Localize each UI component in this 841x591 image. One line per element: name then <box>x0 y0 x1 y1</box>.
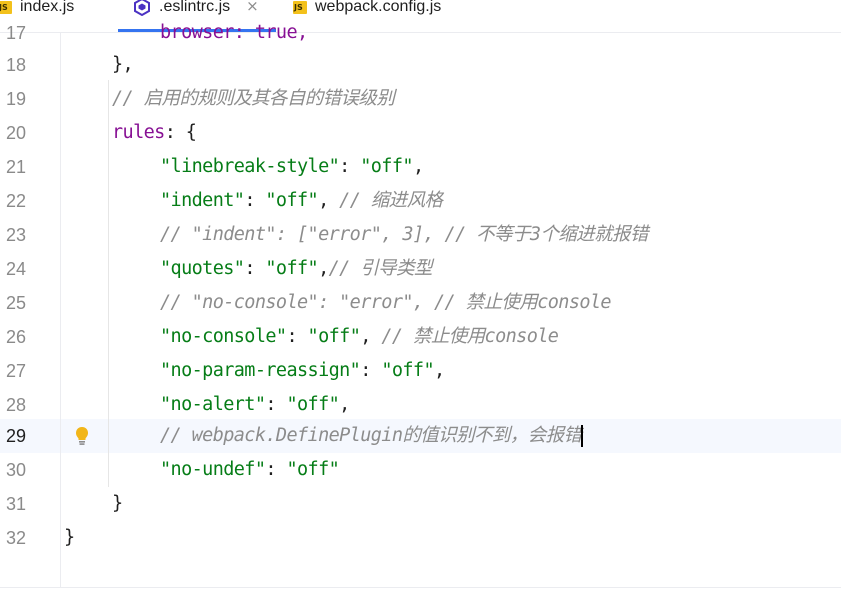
code-comment: // webpack.DefinePlugin的值识别不到，会报错 <box>160 425 582 446</box>
line-number: 30 <box>5 460 26 480</box>
code-comment: // 引导类型 <box>328 258 433 279</box>
code-punct: , <box>318 190 340 211</box>
line-number: 25 <box>5 293 26 313</box>
line-number: 32 <box>5 528 26 548</box>
rule-value: "off" <box>286 459 340 480</box>
code-text: }, <box>112 54 134 75</box>
code-punct: , <box>412 156 424 177</box>
code-editor[interactable]: 17 browser: true, 18 }, 19 // 启用的规则及其各自的… <box>0 22 841 591</box>
line-number: 20 <box>5 123 26 143</box>
rule-value: "off" <box>265 190 319 211</box>
lightbulb-icon[interactable] <box>74 426 90 446</box>
line-number: 17 <box>5 23 26 43</box>
code-line: 27 "no-param-reassign": "off", <box>0 354 841 388</box>
line-number: 31 <box>5 494 26 514</box>
code-line-current: 29 // webpack.DefinePlugin的值识别不到，会报错 <box>0 419 841 453</box>
code-text: } <box>64 527 75 548</box>
rule-name: "no-undef" <box>160 459 266 480</box>
code-punct: : <box>360 360 382 381</box>
editor-bottom-border <box>0 587 841 588</box>
line-number: 22 <box>5 191 26 211</box>
code-punct: , <box>360 326 382 347</box>
object-key: rules <box>112 122 165 143</box>
line-number: 27 <box>5 361 26 381</box>
code-comment: // "no-console": "error", // 禁止使用console <box>160 292 612 313</box>
line-number: 29 <box>5 426 26 446</box>
code-punct: : <box>265 459 287 480</box>
js-file-icon: JS <box>0 0 12 14</box>
line-number: 21 <box>5 157 26 177</box>
rule-value: "off" <box>360 156 413 177</box>
line-number: 26 <box>5 327 26 347</box>
code-comment: // 缩进风格 <box>339 190 443 211</box>
code-punct: , <box>318 258 329 279</box>
rule-name: "no-param-reassign" <box>160 360 361 381</box>
code-line: 18 }, <box>0 48 841 82</box>
code-line: 20 rules: { <box>0 116 841 150</box>
rule-value: "off" <box>265 258 319 279</box>
code-line: 30 "no-undef": "off" <box>0 453 841 487</box>
code-line: 25 // "no-console": "error", // 禁止使用cons… <box>0 286 841 320</box>
line-number: 28 <box>5 395 26 415</box>
code-line: 32 } <box>0 521 841 555</box>
rule-name: "indent" <box>160 190 245 211</box>
code-punct: , <box>339 394 350 415</box>
tab-label: webpack.config.js <box>315 0 442 15</box>
text-caret <box>581 425 584 447</box>
code-punct: : <box>244 190 266 211</box>
line-number: 24 <box>5 259 26 279</box>
rule-name: "no-alert" <box>160 394 266 415</box>
line-number: 23 <box>5 225 26 245</box>
rule-value: "off" <box>307 326 361 347</box>
code-line: 19 // 启用的规则及其各自的错误级别 <box>0 82 841 116</box>
tab-label: .eslintrc.js <box>159 0 231 15</box>
rule-name: "no-console" <box>160 326 287 347</box>
code-line: 17 browser: true, <box>0 16 841 50</box>
code-punct: , <box>434 360 445 381</box>
code-punct: : <box>244 258 266 279</box>
code-line: 24 "quotes": "off",// 引导类型 <box>0 252 841 286</box>
rule-value: "off" <box>286 394 340 415</box>
code-comment: // 启用的规则及其各自的错误级别 <box>112 88 395 109</box>
code-text: } <box>112 493 123 514</box>
code-line: 28 "no-alert": "off", <box>0 388 841 422</box>
code-line: 23 // "indent": ["error", 3], // 不等于3个缩进… <box>0 218 841 252</box>
line-number: 19 <box>5 89 26 109</box>
line-number: 18 <box>5 55 26 75</box>
code-comment: // "indent": ["error", 3], // 不等于3个缩进就报错 <box>160 224 648 245</box>
rule-name: "linebreak-style" <box>160 156 340 177</box>
close-icon[interactable]: × <box>246 0 259 15</box>
eslint-icon <box>134 0 150 16</box>
rule-name: "quotes" <box>160 258 245 279</box>
code-punct: : <box>286 326 308 347</box>
code-comment: // 禁止使用console <box>381 326 559 347</box>
code-punct: : { <box>164 122 197 143</box>
tab-label: index.js <box>20 0 75 15</box>
code-punct: : <box>339 156 361 177</box>
js-file-icon: JS <box>293 0 307 14</box>
code-line: 26 "no-console": "off", // 禁止使用console <box>0 320 841 354</box>
code-line: 21 "linebreak-style": "off", <box>0 150 841 184</box>
rule-value: "off" <box>381 360 435 381</box>
code-line: 22 "indent": "off", // 缩进风格 <box>0 184 841 218</box>
code-line: 31 } <box>0 487 841 521</box>
code-punct: : <box>265 394 287 415</box>
code-text: browser: true, <box>160 22 308 43</box>
